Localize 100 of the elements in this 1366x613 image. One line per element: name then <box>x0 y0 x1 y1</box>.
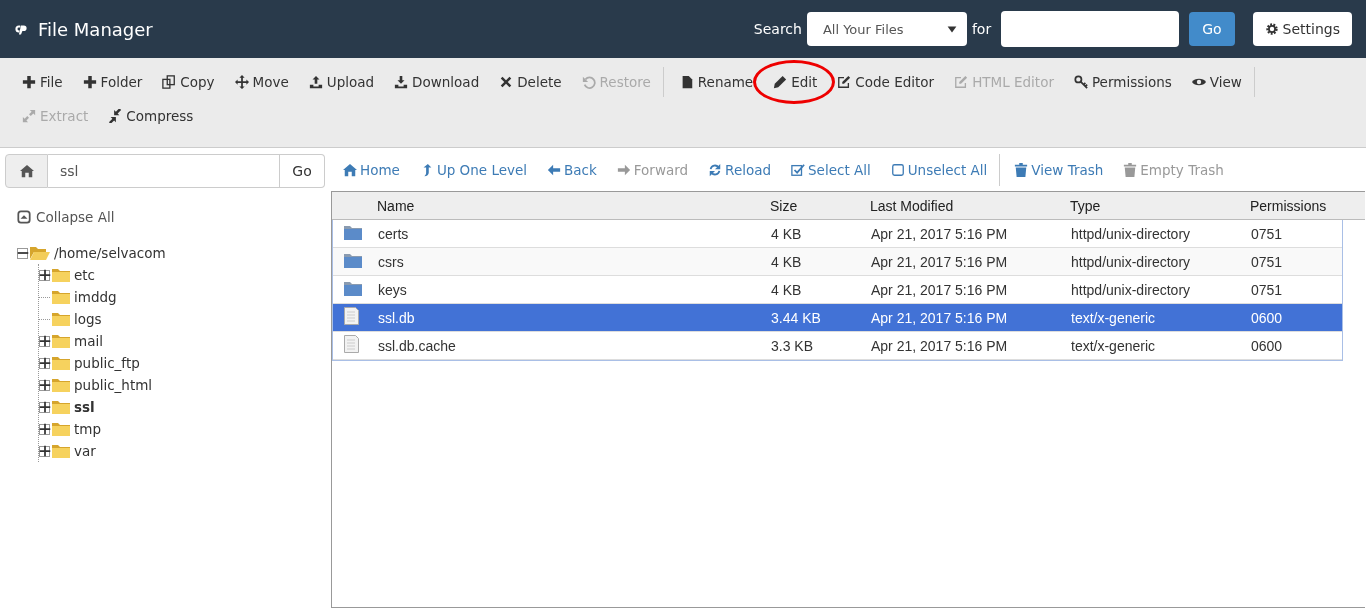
nav-link[interactable]: Home <box>333 162 410 178</box>
collapse-icon <box>17 210 31 224</box>
table-cell-text: keys <box>378 281 408 298</box>
key-icon <box>1073 75 1088 89</box>
table-cell-text: certs <box>378 225 410 242</box>
expand-toggle[interactable] <box>39 401 50 413</box>
toolbar-button[interactable]: View <box>1181 67 1252 97</box>
nav-link[interactable]: Back <box>537 162 607 178</box>
column-header[interactable]: Permissions <box>1250 197 1344 214</box>
copy-icon <box>162 75 177 89</box>
tree-item[interactable]: public_html <box>72 377 155 393</box>
table-cell-text: httpd/unix-directory <box>1071 281 1192 298</box>
search-field[interactable] <box>1001 11 1180 47</box>
column-header[interactable]: Type <box>1070 197 1250 214</box>
for-label: for <box>971 21 992 37</box>
toolbar-button[interactable]: Permissions <box>1063 67 1182 97</box>
folder-icon <box>344 224 362 240</box>
tree-item[interactable]: public_ftp <box>72 355 142 371</box>
nav-link[interactable]: Reload <box>698 162 782 178</box>
app-title: File Manager <box>38 18 153 40</box>
settings-icon <box>1264 22 1279 36</box>
expand-toggle[interactable] <box>39 423 50 435</box>
search-scope-select[interactable]: All Your Files <box>806 12 967 46</box>
toolbar-button[interactable]: Rename <box>669 67 764 97</box>
column-header[interactable]: Name <box>377 197 770 214</box>
tree-item[interactable]: imddg <box>72 289 119 305</box>
plus-icon <box>37 334 52 348</box>
table-cell-text: 0751 <box>1251 281 1284 298</box>
settings-button[interactable]: Settings <box>1252 12 1352 46</box>
expand-toggle[interactable] <box>39 445 50 457</box>
toolbar-button[interactable]: Folder <box>72 67 153 97</box>
nav-link[interactable]: Select All <box>781 162 881 178</box>
toolbar-button[interactable]: Copy <box>152 67 225 97</box>
file-row[interactable]: csrs 4 KB Apr 21, 2017 5:16 PM httpd/unix-directory 0751 <box>333 248 1342 276</box>
tree-item[interactable]: etc <box>72 267 98 283</box>
toolbar-button[interactable]: Delete <box>489 67 572 97</box>
collapse-toggle[interactable] <box>17 247 28 259</box>
expand-icon <box>22 109 36 123</box>
close-icon <box>499 75 514 89</box>
table-cell-text: 0751 <box>1251 225 1284 242</box>
compress-icon <box>108 109 123 123</box>
toolbar-button[interactable]: Download <box>384 67 490 97</box>
plus-icon <box>37 378 52 392</box>
table-cell-text: 4 KB <box>771 225 803 242</box>
toolbar-button[interactable]: Compress <box>98 101 204 131</box>
nav-link[interactable]: Up One Level <box>409 162 538 178</box>
trash-icon <box>1123 163 1138 177</box>
tree-item[interactable]: var <box>72 443 98 459</box>
table-cell-text: httpd/unix-directory <box>1071 253 1192 270</box>
upload-icon <box>308 75 323 89</box>
expand-toggle[interactable] <box>39 335 50 347</box>
folder-icon <box>52 444 70 458</box>
table-cell-text: httpd/unix-directory <box>1071 225 1192 242</box>
pencil-icon <box>773 75 788 89</box>
undo-icon <box>581 75 596 89</box>
tree-item[interactable]: /home/selvacom <box>52 245 168 261</box>
column-header[interactable]: Size <box>770 197 870 214</box>
reload-icon <box>708 163 723 177</box>
table-cell-text: ssl.db <box>378 309 416 326</box>
table-cell-text: 4 KB <box>771 281 803 298</box>
folder-icon <box>52 378 70 392</box>
tree-item[interactable]: ssl <box>72 399 97 415</box>
collapse-all-link[interactable]: Collapse All <box>17 209 115 225</box>
expand-toggle[interactable] <box>39 269 50 281</box>
tree-item[interactable]: logs <box>72 311 104 327</box>
path-go-button[interactable]: Go <box>280 154 325 188</box>
home-icon <box>19 164 34 178</box>
folder-icon <box>52 400 70 414</box>
folder-icon <box>52 268 70 282</box>
toolbar-button[interactable]: Upload <box>298 67 385 97</box>
table-cell-text: 0751 <box>1251 253 1284 270</box>
toolbar-button[interactable]: Code Editor <box>827 67 945 97</box>
expand-toggle[interactable] <box>39 379 50 391</box>
home-button[interactable] <box>5 154 48 188</box>
table-cell-text: 3.44 KB <box>771 309 822 326</box>
tree-item[interactable]: mail <box>72 333 105 349</box>
nav-link[interactable]: View Trash <box>1004 162 1114 178</box>
table-cell-text: 0600 <box>1251 337 1284 354</box>
toolbar-button[interactable]: File <box>12 67 73 97</box>
folder-icon <box>344 252 362 268</box>
tree-item[interactable]: tmp <box>72 421 103 437</box>
search-label: Search <box>753 21 802 37</box>
table-cell-text: ssl.db.cache <box>378 337 457 354</box>
column-header[interactable]: Last Modified <box>870 197 1070 214</box>
folder-icon <box>52 312 70 326</box>
path-field[interactable]: ssl <box>48 154 280 188</box>
go-button[interactable]: Go <box>1189 12 1235 46</box>
checkbox-icon <box>791 163 806 177</box>
table-cell-text: 4 KB <box>771 253 803 270</box>
toolbar-button[interactable]: Move <box>224 67 299 97</box>
table-cell-text: 0600 <box>1251 309 1284 326</box>
toolbar-button[interactable]: Edit <box>763 67 828 97</box>
file-row[interactable]: ssl.db 3.44 KB Apr 21, 2017 5:16 PM text/x-generic 0600 <box>333 304 1342 332</box>
nav-link[interactable]: Unselect All <box>880 162 998 178</box>
plus-icon <box>37 422 52 436</box>
folder-icon <box>52 334 70 348</box>
file-row[interactable]: ssl.db.cache 3.3 KB Apr 21, 2017 5:16 PM text/x-generic 0600 <box>333 332 1342 360</box>
expand-toggle[interactable] <box>39 357 50 369</box>
table-cell-text: 3.3 KB <box>771 337 815 354</box>
trash-icon <box>1014 163 1029 177</box>
